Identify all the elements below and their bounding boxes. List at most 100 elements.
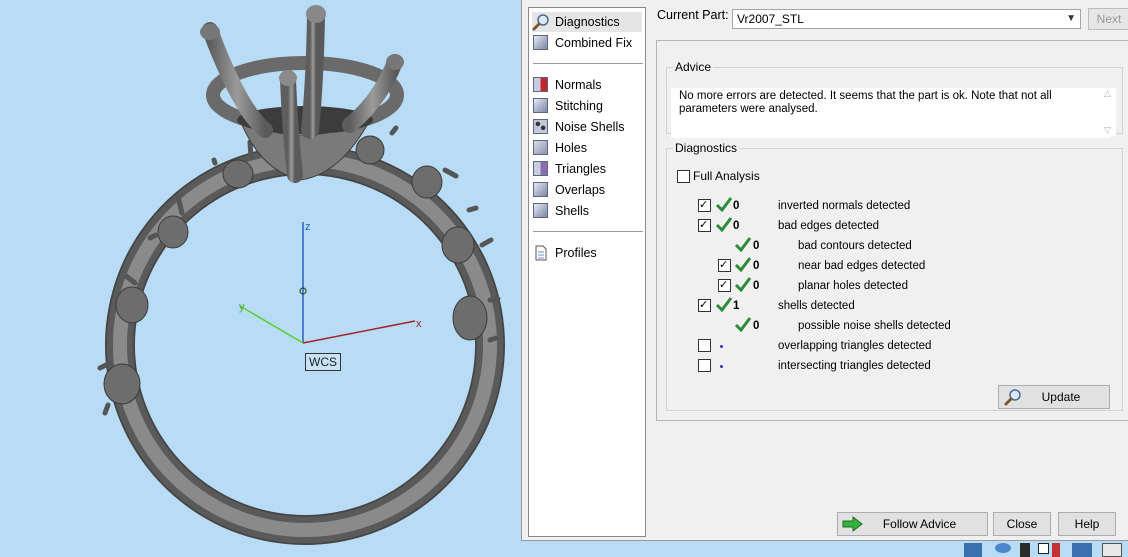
shells-checkbox[interactable] <box>698 299 711 312</box>
view-box-icon[interactable] <box>1072 543 1092 557</box>
nav-item-label: Stitching <box>555 99 603 113</box>
nav-separator <box>533 63 643 64</box>
document-icon <box>532 244 550 262</box>
nav-item-diagnostics[interactable]: Diagnostics <box>532 12 642 32</box>
inverted-normals-label: inverted normals detected <box>778 200 911 212</box>
near-bad-edges-label: near bad edges detected <box>798 260 926 272</box>
ok-check-icon <box>734 277 752 293</box>
ok-check-icon <box>715 217 733 233</box>
bad-edges-label: bad edges detected <box>778 220 880 232</box>
planar-holes-checkbox[interactable] <box>718 279 731 292</box>
bad-edges-checkbox[interactable] <box>698 219 711 232</box>
bad-contours-count: 0 <box>753 240 760 252</box>
follow-advice-button[interactable]: Follow Advice <box>837 512 988 536</box>
axis-z-label: z <box>305 221 311 233</box>
nav-item-label: Profiles <box>555 246 597 260</box>
magnifier-icon <box>1004 389 1021 406</box>
fix-navigation-panel: Diagnostics Combined Fix Normals Stitchi… <box>528 7 646 537</box>
full-analysis-checkbox[interactable] <box>677 170 690 183</box>
planar-holes-label: planar holes detected <box>798 280 908 292</box>
nav-item-label: Diagnostics <box>555 15 620 29</box>
checkbox-icon[interactable] <box>1038 543 1049 554</box>
nav-separator <box>533 231 643 232</box>
3d-viewport[interactable]: z y x WCS <box>0 0 522 557</box>
update-button[interactable]: Update <box>998 385 1110 409</box>
full-analysis-label: Full Analysis <box>693 169 760 183</box>
view-cube-icon[interactable] <box>964 543 982 557</box>
advice-group: Advice No more errors are detected. It s… <box>666 60 1123 138</box>
visibility-icon[interactable] <box>995 543 1011 553</box>
ok-check-icon <box>715 197 733 213</box>
overlapping-triangles-checkbox[interactable] <box>698 339 711 352</box>
nav-item-holes[interactable]: Holes <box>532 138 642 158</box>
ok-check-icon <box>734 237 752 253</box>
not-analysed-dot-icon <box>720 345 723 348</box>
scroll-down-icon[interactable]: ▽ <box>1104 125 1111 136</box>
section-icon[interactable] <box>1052 543 1060 557</box>
diagnostics-group: Diagnostics Full Analysis 0 inverted nor… <box>666 141 1123 411</box>
current-part-label: Current Part: <box>657 8 729 22</box>
planar-holes-count: 0 <box>753 280 760 292</box>
nav-item-triangles[interactable]: Triangles <box>532 159 642 179</box>
near-bad-edges-checkbox[interactable] <box>718 259 731 272</box>
nav-item-label: Noise Shells <box>555 120 625 134</box>
next-button[interactable]: Next <box>1088 8 1128 30</box>
ok-check-icon <box>734 257 752 273</box>
advice-scrollbar[interactable]: △ ▽ <box>1100 88 1116 136</box>
current-part-select[interactable]: Vr2007_STL ▼ <box>732 9 1081 29</box>
overlapping-triangles-label: overlapping triangles detected <box>778 340 932 352</box>
current-part-value: Vr2007_STL <box>737 12 804 26</box>
holes-cube-icon <box>532 139 550 157</box>
nav-item-noise-shells[interactable]: Noise Shells <box>532 117 642 137</box>
wcs-label: WCS <box>305 353 341 371</box>
view-toolbar <box>958 541 1128 557</box>
magnifier-icon <box>532 13 550 31</box>
nav-item-label: Normals <box>555 78 602 92</box>
bad-edges-count: 0 <box>733 220 740 232</box>
ring-model <box>97 5 505 545</box>
shells-label: shells detected <box>778 300 855 312</box>
nav-item-profiles[interactable]: Profiles <box>532 243 642 263</box>
nav-item-label: Triangles <box>555 162 606 176</box>
intersecting-triangles-label: intersecting triangles detected <box>778 360 931 372</box>
overlaps-cube-icon <box>532 181 550 199</box>
nav-item-label: Overlaps <box>555 183 606 197</box>
nav-item-stitching[interactable]: Stitching <box>532 96 642 116</box>
close-button[interactable]: Close <box>993 512 1051 536</box>
near-bad-edges-count: 0 <box>753 260 760 272</box>
normals-cube-icon <box>532 76 550 94</box>
noise-shells-count: 0 <box>753 320 760 332</box>
triangles-cube-icon <box>532 160 550 178</box>
nav-item-label: Shells <box>555 204 590 218</box>
not-analysed-dot-icon <box>720 365 723 368</box>
help-button[interactable]: Help <box>1058 512 1116 536</box>
nav-item-overlaps[interactable]: Overlaps <box>532 180 642 200</box>
noise-shells-label: possible noise shells detected <box>798 320 951 332</box>
diagnostics-title: Diagnostics <box>675 141 738 155</box>
fix-wizard-dialog: Diagnostics Combined Fix Normals Stitchi… <box>521 0 1128 541</box>
wireframe-box-icon[interactable] <box>1102 543 1122 557</box>
nav-item-label: Combined Fix <box>555 36 633 50</box>
ok-check-icon <box>715 297 733 313</box>
cube-icon <box>532 34 550 52</box>
nav-item-shells[interactable]: Shells <box>532 201 642 221</box>
update-label: Update <box>1041 390 1081 404</box>
render-mode-icon[interactable] <box>1020 543 1030 557</box>
nav-item-normals[interactable]: Normals <box>532 75 642 95</box>
advice-title: Advice <box>675 60 712 74</box>
axis-y-label: y <box>239 301 245 313</box>
diagnostics-panel: Advice No more errors are detected. It s… <box>656 40 1128 421</box>
inverted-normals-count: 0 <box>733 200 740 212</box>
inverted-normals-checkbox[interactable] <box>698 199 711 212</box>
follow-advice-label: Follow Advice <box>882 517 957 531</box>
ok-check-icon <box>734 317 752 333</box>
green-arrow-icon <box>842 516 863 532</box>
advice-text: No more errors are detected. It seems th… <box>671 88 1111 138</box>
chevron-down-icon: ▼ <box>1066 13 1076 24</box>
scroll-up-icon[interactable]: △ <box>1104 88 1111 99</box>
nav-item-combined-fix[interactable]: Combined Fix <box>532 33 642 53</box>
intersecting-triangles-checkbox[interactable] <box>698 359 711 372</box>
axis-x-label: x <box>416 318 422 330</box>
shells-cube-icon <box>532 202 550 220</box>
bad-contours-label: bad contours detected <box>798 240 912 252</box>
